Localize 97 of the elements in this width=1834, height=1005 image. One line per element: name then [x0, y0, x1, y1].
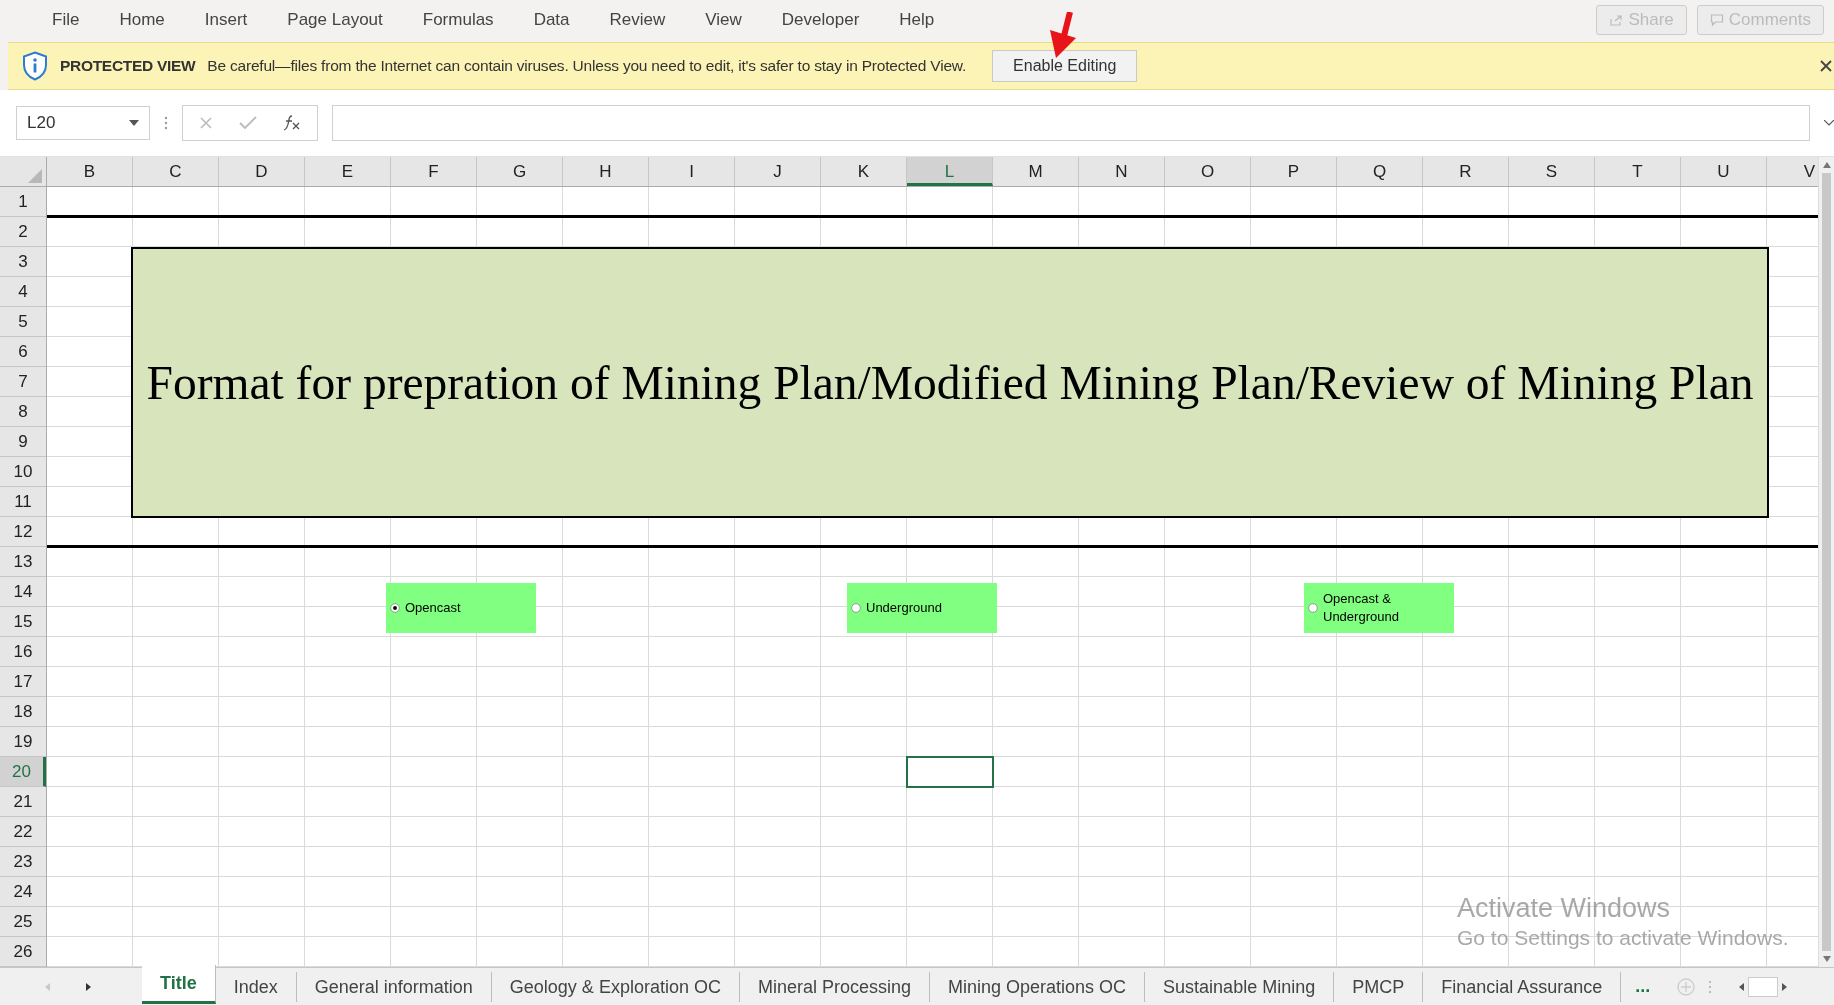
column-header[interactable]: N: [1079, 157, 1165, 186]
next-sheet-icon[interactable]: [84, 981, 92, 992]
name-box-value: L20: [27, 113, 56, 133]
option-label: Opencast & Underground: [1323, 590, 1400, 626]
column-header[interactable]: T: [1595, 157, 1681, 186]
row-header[interactable]: 10: [0, 457, 46, 487]
column-header[interactable]: L: [907, 157, 993, 186]
share-icon: [1609, 13, 1624, 27]
column-header[interactable]: P: [1251, 157, 1337, 186]
row-header[interactable]: 12: [0, 517, 46, 547]
row-header[interactable]: 13: [0, 547, 46, 577]
row-header[interactable]: 21: [0, 787, 46, 817]
sheet-tab[interactable]: Geology & Exploration OC: [491, 971, 740, 1002]
radio-button[interactable]: [1308, 603, 1318, 613]
close-icon[interactable]: [1820, 60, 1832, 72]
option-button[interactable]: Opencast: [386, 583, 536, 633]
vertical-scrollbar[interactable]: [1818, 157, 1834, 967]
row-header[interactable]: 22: [0, 817, 46, 847]
column-header[interactable]: M: [993, 157, 1079, 186]
protected-view-title: PROTECTED VIEW: [60, 57, 196, 75]
column-header[interactable]: O: [1165, 157, 1251, 186]
activation-message: Go to Settings to activate Windows.: [1457, 926, 1789, 950]
row-header[interactable]: 24: [0, 877, 46, 907]
row-header[interactable]: 11: [0, 487, 46, 517]
column-header[interactable]: Q: [1337, 157, 1423, 186]
scroll-up-icon[interactable]: [1821, 161, 1832, 169]
protected-view-message: Be careful—files from the Internet can contain viruses. Unless you need to edit, it's safer to stay in Protected View.: [207, 57, 967, 75]
radio-button[interactable]: [851, 603, 861, 613]
option-label: Opencast: [405, 599, 461, 617]
column-header[interactable]: J: [735, 157, 821, 186]
row-header[interactable]: 20: [0, 757, 46, 787]
formula-field[interactable]: [332, 105, 1810, 141]
row-header[interactable]: 5: [0, 307, 46, 337]
check-icon[interactable]: [239, 116, 257, 130]
row-header[interactable]: 15: [0, 607, 46, 637]
column-header[interactable]: I: [649, 157, 735, 186]
column-header[interactable]: G: [477, 157, 563, 186]
row-header[interactable]: 7: [0, 367, 46, 397]
radio-button[interactable]: [390, 603, 400, 613]
grip-icon: [164, 115, 168, 131]
row-header[interactable]: 9: [0, 427, 46, 457]
menu-item[interactable]: Page Layout: [267, 10, 403, 30]
row-header[interactable]: 23: [0, 847, 46, 877]
sheet-tab[interactable]: PMCP: [1334, 971, 1424, 1002]
column-header[interactable]: R: [1423, 157, 1509, 186]
row-header[interactable]: 18: [0, 697, 46, 727]
column-header[interactable]: S: [1509, 157, 1595, 186]
sheet-tab[interactable]: Index: [215, 971, 297, 1002]
column-header[interactable]: C: [133, 157, 219, 186]
sheet-tab[interactable]: Title: [142, 965, 216, 1004]
menu-item[interactable]: View: [685, 10, 762, 30]
active-cell[interactable]: [906, 756, 994, 788]
scroll-down-icon[interactable]: [1821, 955, 1832, 963]
row-header[interactable]: 17: [0, 667, 46, 697]
menu-item[interactable]: Insert: [184, 10, 268, 30]
column-header[interactable]: E: [305, 157, 391, 186]
shield-info-icon: [22, 51, 48, 81]
comment-icon: [1709, 13, 1724, 27]
sheet-tab[interactable]: Mineral Processing: [739, 971, 930, 1002]
horizontal-scrollbar[interactable]: [1738, 976, 1789, 997]
sheet-tab[interactable]: Financial Assurance: [1423, 971, 1622, 1002]
menu-item[interactable]: Help: [879, 10, 955, 30]
activation-title: Activate Windows: [1457, 893, 1672, 924]
option-button[interactable]: Underground: [847, 583, 997, 633]
row-header[interactable]: 25: [0, 907, 46, 937]
column-header[interactable]: H: [563, 157, 649, 186]
more-sheets-button[interactable]: ...: [1621, 976, 1665, 997]
menu-item[interactable]: Home: [99, 10, 185, 30]
row-header[interactable]: 6: [0, 337, 46, 367]
sheet-tab[interactable]: Mining Operations OC: [930, 971, 1146, 1002]
menu-item[interactable]: File: [32, 10, 100, 30]
menu-item[interactable]: Data: [513, 10, 590, 30]
column-header[interactable]: U: [1681, 157, 1767, 186]
menu-item[interactable]: Developer: [761, 10, 880, 30]
dropdown-caret-icon: [129, 120, 139, 126]
row-header[interactable]: 8: [0, 397, 46, 427]
row-header[interactable]: 2: [0, 217, 46, 247]
row-header[interactable]: 14: [0, 577, 46, 607]
sheet-tab[interactable]: General information: [296, 971, 492, 1002]
option-label: Underground: [866, 599, 942, 617]
row-header[interactable]: 3: [0, 247, 46, 277]
sheet-title: Format for prepration of Mining Plan/Modified Mining Plan/Review of Mining Plan: [146, 355, 1754, 410]
grip-icon: [1708, 979, 1713, 994]
function-icon[interactable]: [283, 115, 301, 131]
sheet-tab[interactable]: Sustainable Mining: [1145, 971, 1335, 1002]
column-header[interactable]: B: [47, 157, 133, 186]
enable-editing-button[interactable]: Enable Editing: [992, 50, 1138, 82]
menu-item[interactable]: Review: [589, 10, 686, 30]
row-header[interactable]: 4: [0, 277, 46, 307]
row-header[interactable]: 1: [0, 187, 46, 217]
expand-caret-icon[interactable]: [1824, 120, 1834, 126]
row-header[interactable]: 16: [0, 637, 46, 667]
menu-item[interactable]: Formulas: [402, 10, 514, 30]
column-header[interactable]: F: [391, 157, 477, 186]
column-header[interactable]: D: [219, 157, 305, 186]
name-box[interactable]: L20: [16, 106, 150, 140]
option-button[interactable]: Opencast & Underground: [1304, 583, 1454, 633]
